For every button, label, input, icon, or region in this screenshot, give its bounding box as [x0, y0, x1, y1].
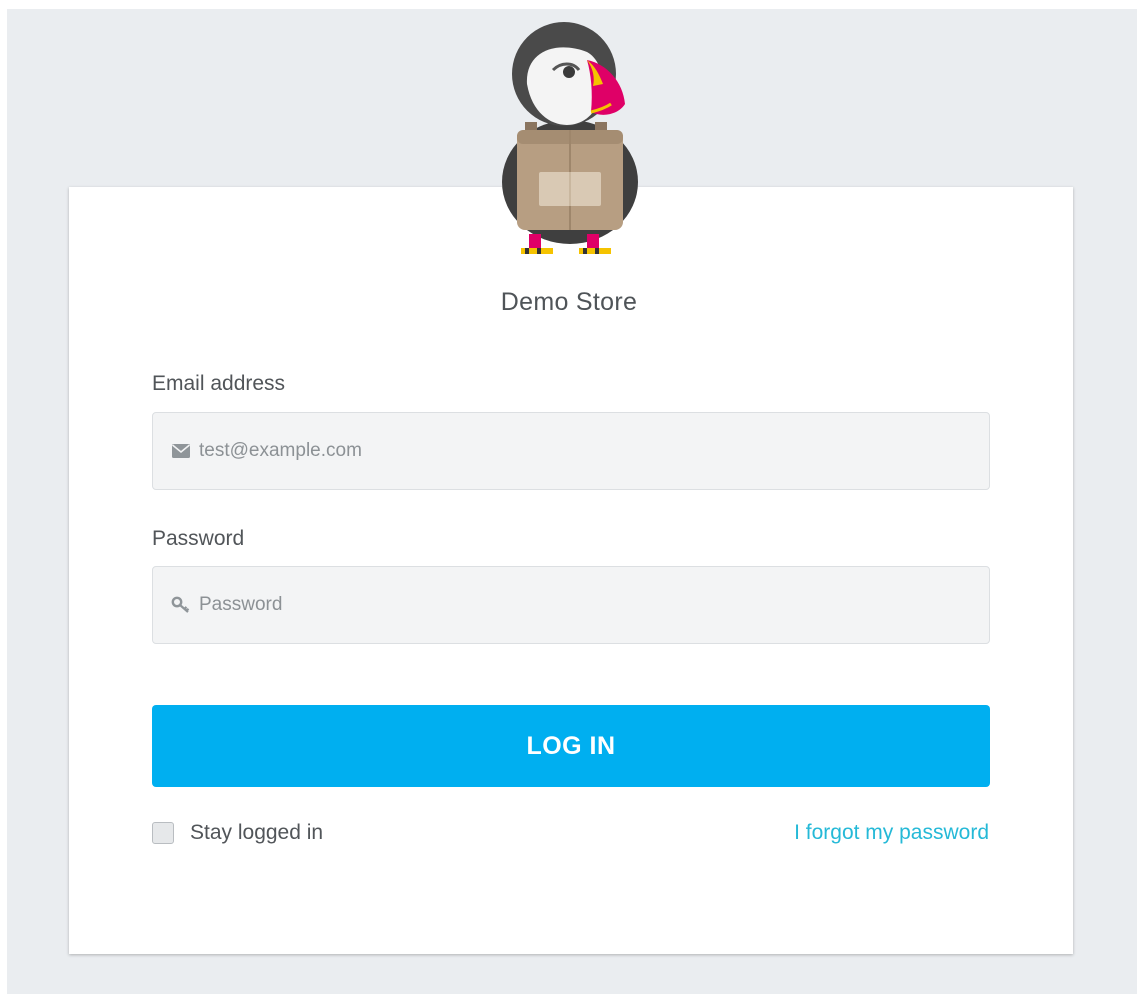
password-label: Password: [152, 527, 245, 550]
password-field[interactable]: Password: [152, 566, 990, 644]
envelope-icon: [171, 441, 195, 461]
stay-logged-in-label[interactable]: Stay logged in: [190, 821, 323, 845]
email-label: Email address: [152, 372, 286, 395]
store-name: Demo Store: [500, 288, 638, 316]
key-icon: [171, 595, 195, 615]
password-placeholder: Password: [199, 594, 283, 615]
stay-logged-in-checkbox[interactable]: [152, 822, 174, 844]
email-placeholder: test@example.com: [199, 440, 362, 461]
stay-logged-in[interactable]: Stay logged in: [152, 821, 323, 845]
forgot-password-link[interactable]: I forgot my password: [794, 821, 989, 845]
login-button[interactable]: LOG IN: [152, 705, 990, 787]
puffin-mascot-logo: [502, 22, 638, 254]
email-field[interactable]: test@example.com: [152, 412, 990, 490]
